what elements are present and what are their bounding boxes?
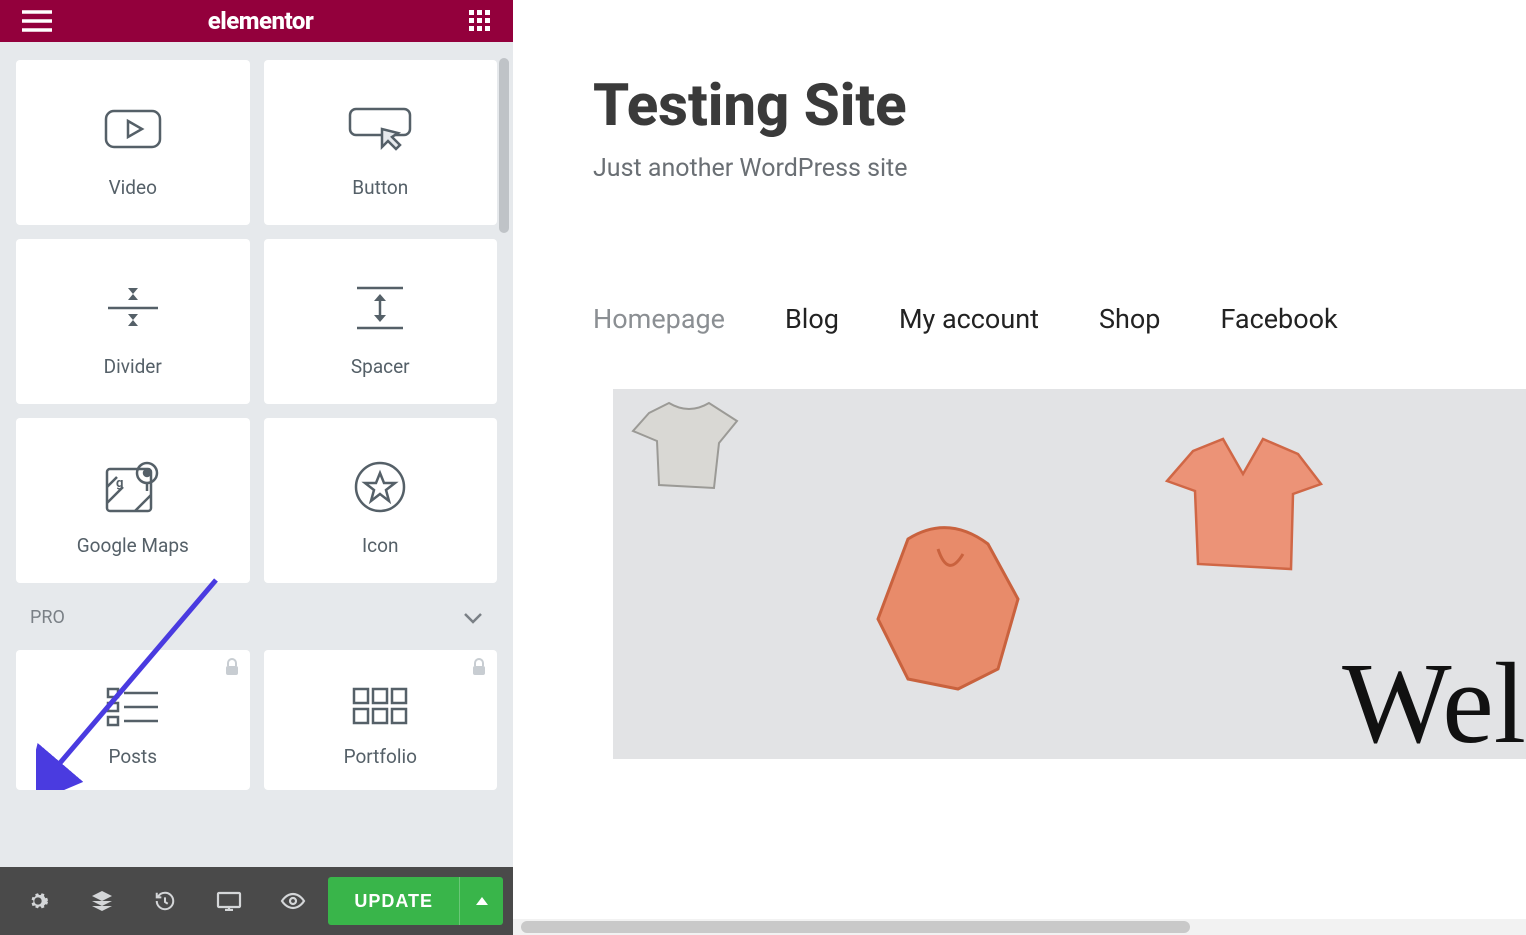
lock-icon bbox=[224, 658, 240, 676]
widget-google-maps[interactable]: g Google Maps bbox=[16, 418, 250, 583]
sidebar-header: elementor bbox=[0, 0, 513, 42]
spacer-icon bbox=[351, 266, 409, 351]
history-icon[interactable] bbox=[137, 881, 193, 921]
site-tagline: Just another WordPress site bbox=[593, 154, 1526, 183]
widget-label: Button bbox=[352, 176, 408, 199]
lock-icon bbox=[471, 658, 487, 676]
nav-account[interactable]: My account bbox=[899, 303, 1039, 335]
divider-icon bbox=[104, 266, 162, 351]
update-button[interactable]: UPDATE bbox=[328, 877, 459, 925]
menu-icon[interactable] bbox=[22, 10, 52, 32]
brand-logo: elementor bbox=[208, 7, 314, 35]
pro-section-toggle[interactable]: PRO bbox=[16, 583, 497, 650]
widget-label: Portfolio bbox=[344, 745, 417, 768]
chevron-down-icon bbox=[463, 612, 483, 624]
widget-icon[interactable]: Icon bbox=[264, 418, 498, 583]
widget-label: Spacer bbox=[351, 355, 410, 378]
nav-facebook[interactable]: Facebook bbox=[1220, 303, 1337, 335]
site-title: Testing Site bbox=[593, 72, 1526, 140]
widget-label: Posts bbox=[108, 745, 157, 768]
map-icon: g bbox=[103, 445, 163, 530]
nav-blog[interactable]: Blog bbox=[785, 303, 839, 335]
widget-label: Icon bbox=[362, 534, 398, 557]
svg-text:g: g bbox=[116, 476, 123, 491]
preview-canvas: Testing Site Just another WordPress site… bbox=[513, 0, 1526, 935]
update-options-button[interactable] bbox=[459, 877, 503, 925]
button-icon bbox=[348, 87, 412, 172]
sidebar-footer: UPDATE bbox=[0, 867, 513, 935]
pro-label: PRO bbox=[30, 607, 65, 628]
star-icon bbox=[353, 445, 407, 530]
product-image bbox=[848, 509, 1048, 709]
preview-icon[interactable] bbox=[265, 881, 321, 921]
widgets-panel: Video Button Divider bbox=[0, 42, 513, 867]
navigator-icon[interactable] bbox=[74, 881, 130, 921]
widget-button[interactable]: Button bbox=[264, 60, 498, 225]
site-nav: Homepage Blog My account Shop Facebook bbox=[513, 183, 1526, 387]
product-image bbox=[619, 393, 759, 503]
nav-homepage[interactable]: Homepage bbox=[593, 303, 725, 335]
widget-spacer[interactable]: Spacer bbox=[264, 239, 498, 404]
preview-horizontal-scrollbar[interactable] bbox=[513, 919, 1526, 935]
widget-portfolio[interactable]: Portfolio bbox=[264, 650, 498, 790]
settings-icon[interactable] bbox=[10, 881, 66, 921]
widget-label: Divider bbox=[104, 355, 162, 378]
responsive-icon[interactable] bbox=[201, 881, 257, 921]
product-image bbox=[1153, 429, 1333, 589]
posts-icon bbox=[106, 673, 160, 741]
video-icon bbox=[104, 87, 162, 172]
hero-heading: Wel bbox=[1342, 638, 1526, 759]
widget-posts[interactable]: Posts bbox=[16, 650, 250, 790]
widget-divider[interactable]: Divider bbox=[16, 239, 250, 404]
widgets-scrollbar[interactable] bbox=[499, 58, 509, 233]
apps-grid-icon[interactable] bbox=[469, 10, 491, 32]
widget-label: Google Maps bbox=[77, 534, 189, 557]
elementor-sidebar: elementor Video Button bbox=[0, 0, 513, 935]
widget-label: Video bbox=[109, 176, 157, 199]
widget-video[interactable]: Video bbox=[16, 60, 250, 225]
nav-shop[interactable]: Shop bbox=[1099, 303, 1160, 335]
portfolio-icon bbox=[352, 673, 408, 741]
hero-section: Wel bbox=[613, 389, 1526, 759]
